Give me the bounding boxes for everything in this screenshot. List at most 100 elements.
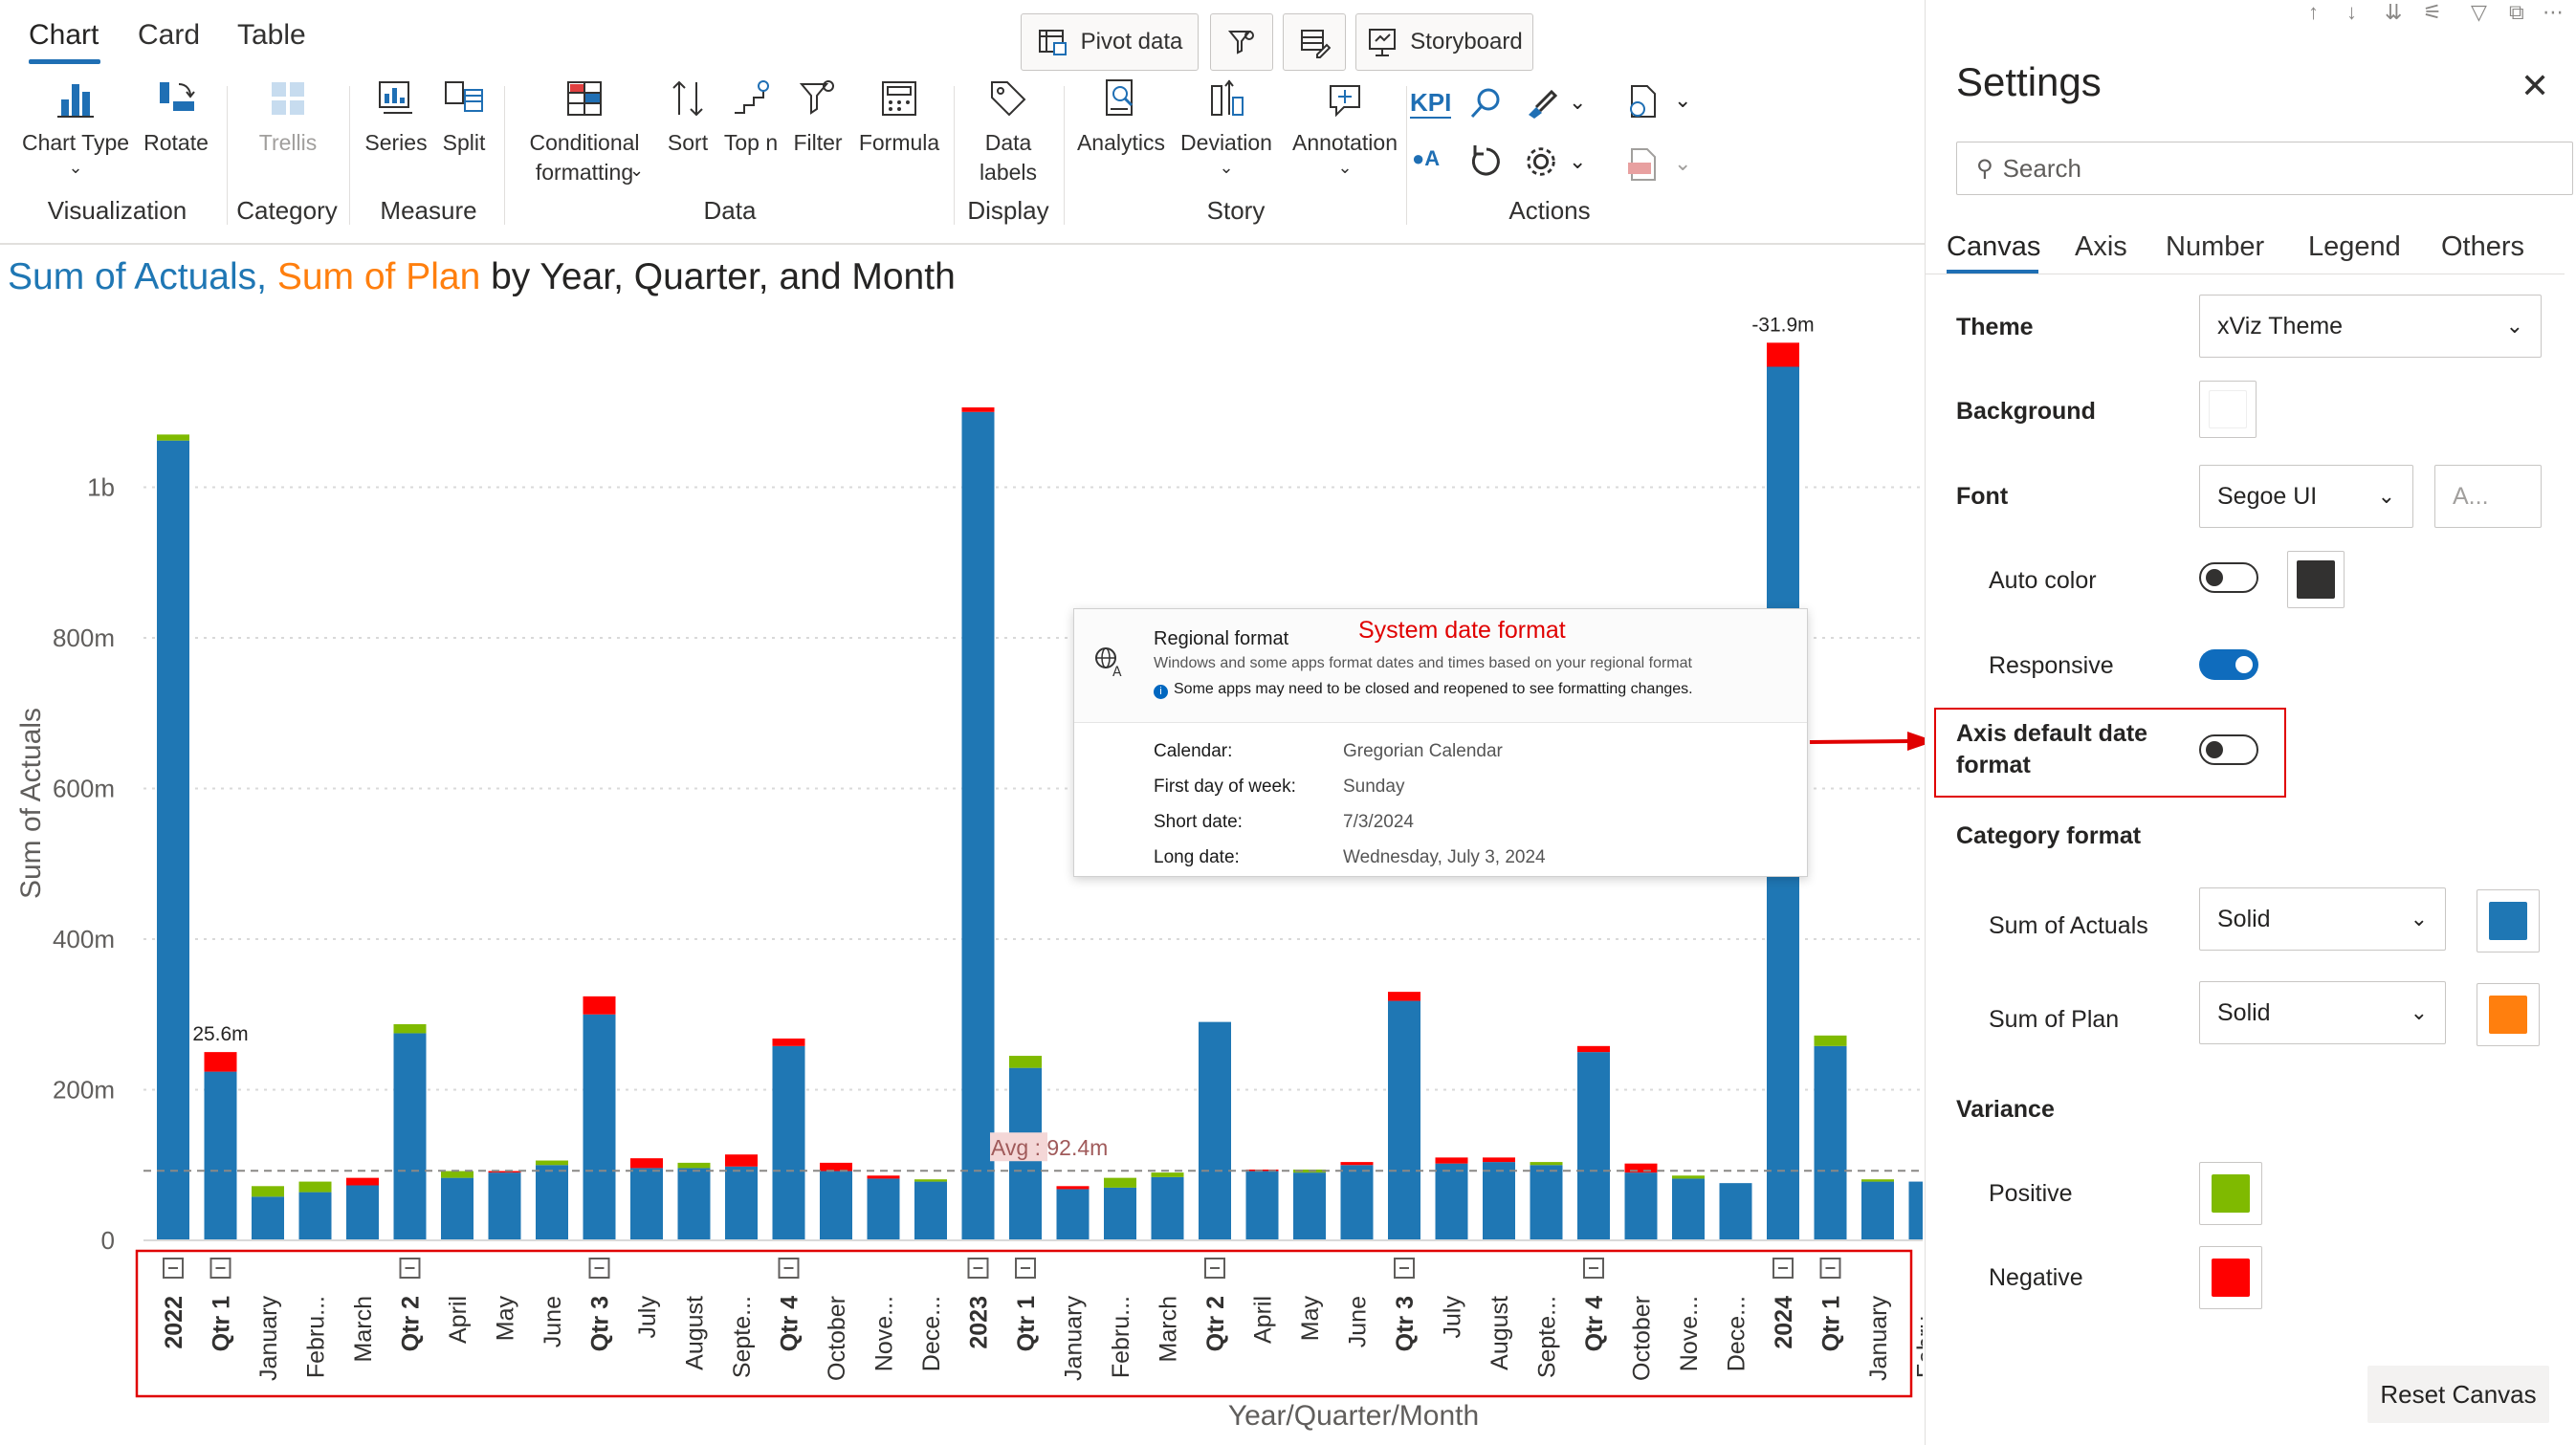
rotate-label: Rotate	[143, 130, 209, 155]
table-edit-button[interactable]	[1283, 13, 1346, 71]
font-size-input[interactable]: A...	[2434, 465, 2542, 528]
responsive-toggle[interactable]	[2199, 649, 2258, 680]
chart-type-button[interactable]: Chart Type ⌄	[21, 77, 130, 177]
bar-variance-negative	[961, 407, 995, 412]
formula-button[interactable]: Formula	[855, 77, 943, 158]
pdf-icon[interactable]	[1624, 145, 1662, 184]
bar-variance-positive	[1151, 1172, 1184, 1177]
kpi-a-button[interactable]: ●A	[1412, 146, 1440, 171]
x-category-label: Dece...	[1724, 1296, 1750, 1371]
double-arrow-down-icon[interactable]: ⇊	[2385, 0, 2402, 25]
auto-color-label: Auto color	[1989, 567, 2097, 594]
focus-mode-icon[interactable]: ⧉	[2509, 0, 2524, 25]
theme-value: xViz Theme	[2217, 312, 2344, 339]
x-category-label: June	[1345, 1296, 1372, 1347]
bar-actual	[346, 1185, 379, 1240]
rotate-icon	[160, 82, 195, 111]
rotate-button[interactable]: Rotate	[140, 77, 212, 158]
filter-settings-button[interactable]	[1210, 13, 1273, 71]
x-category-label: July	[1440, 1296, 1466, 1339]
conditional-label-1: Conditional	[529, 130, 640, 155]
more-options-icon[interactable]: ⋯	[2543, 0, 2564, 25]
hierarchy-icon[interactable]: ⚟	[2423, 0, 2442, 25]
bar-actual	[867, 1178, 900, 1240]
tab-canvas[interactable]: Canvas	[1947, 231, 2040, 263]
funnel-gear-icon	[1227, 31, 1254, 55]
chart-title-plan: Sum of Plan	[276, 256, 481, 297]
chevron-down-icon[interactable]: ⌄	[1569, 90, 1586, 115]
background-color-swatch[interactable]	[2199, 381, 2257, 438]
storyboard-button[interactable]: Storyboard	[1355, 13, 1533, 71]
auto-color-toggle[interactable]	[2199, 562, 2258, 593]
chevron-down-icon: ⌄	[2410, 1000, 2428, 1024]
negative-color-swatch[interactable]	[2199, 1246, 2262, 1309]
split-button[interactable]: Split	[432, 77, 495, 158]
bar-variance-positive	[1009, 1056, 1042, 1068]
annotation-button[interactable]: Annotation ⌄	[1286, 77, 1404, 177]
sum-actuals-label: Sum of Actuals	[1989, 912, 2148, 939]
x-category-label: Febru...	[1913, 1296, 1924, 1378]
short-date-label: Short date:	[1154, 812, 1243, 832]
x-category-label: 2023	[966, 1296, 993, 1349]
filter-icon[interactable]: ▽	[2471, 0, 2487, 25]
tab-others[interactable]: Others	[2441, 231, 2524, 263]
analytics-button[interactable]: Analytics	[1073, 77, 1169, 158]
export-settings-icon[interactable]	[1624, 82, 1662, 120]
tab-number[interactable]: Number	[2166, 231, 2264, 263]
bar-actual	[725, 1166, 758, 1240]
reset-icon[interactable]	[1467, 142, 1506, 180]
theme-dropdown[interactable]: xViz Theme ⌄	[2199, 295, 2542, 358]
gear-icon[interactable]	[1523, 143, 1559, 180]
chevron-down-icon[interactable]: ⌄	[1674, 88, 1691, 113]
analytics-icon	[1106, 79, 1134, 116]
sum-actuals-style-dropdown[interactable]: Solid ⌄	[2199, 887, 2446, 951]
ribbon-toolbar: Chart Card Table Pivot data Storyboard C…	[0, 0, 1925, 245]
settings-search-input[interactable]: ⚲ Search	[1956, 142, 2573, 195]
series-label: Series	[364, 130, 428, 155]
bar-variance-positive	[536, 1160, 568, 1166]
reset-canvas-button[interactable]: Reset Canvas	[2367, 1366, 2549, 1423]
tab-table[interactable]: Table	[237, 19, 306, 52]
tab-axis[interactable]: Axis	[2075, 231, 2127, 263]
font-value: Segoe UI	[2217, 482, 2318, 510]
tab-card[interactable]: Card	[138, 19, 200, 52]
y-tick-label: 400m	[53, 925, 115, 953]
x-category-label: July	[634, 1296, 661, 1339]
dot-icon: ●	[1412, 146, 1425, 170]
arrow-up-icon[interactable]: ↑	[2308, 0, 2319, 25]
sort-button[interactable]: Sort	[662, 77, 714, 158]
top-n-button[interactable]: Top n	[717, 77, 784, 158]
kpi-button[interactable]: KPI	[1410, 88, 1452, 119]
sum-actuals-color-swatch[interactable]	[2477, 889, 2540, 952]
bar-actual	[1908, 1181, 1923, 1240]
positive-color-swatch[interactable]	[2199, 1162, 2262, 1225]
search-analytics-icon[interactable]	[1467, 84, 1506, 122]
x-category-label: October	[1629, 1296, 1656, 1381]
split-icon	[445, 81, 483, 112]
trellis-icon	[272, 82, 304, 115]
close-icon[interactable]: ✕	[2521, 69, 2549, 103]
sum-plan-color-swatch[interactable]	[2477, 983, 2540, 1046]
sum-plan-style-dropdown[interactable]: Solid ⌄	[2199, 981, 2446, 1044]
deviation-button[interactable]: Deviation ⌄	[1177, 77, 1276, 177]
font-family-dropdown[interactable]: Segoe UI ⌄	[2199, 465, 2413, 528]
first-day-label: First day of week:	[1154, 777, 1296, 797]
series-button[interactable]: Series	[362, 77, 430, 158]
arrow-down-icon[interactable]: ↓	[2346, 0, 2357, 25]
bar-variance-positive	[1814, 1035, 1847, 1046]
tab-chart[interactable]: Chart	[29, 19, 99, 52]
chevron-down-icon[interactable]: ⌄	[1569, 149, 1586, 174]
font-color-swatch[interactable]	[2287, 551, 2345, 608]
system-date-format-annotation: System date format	[1358, 617, 1566, 644]
annotation-arrow	[1809, 732, 1935, 751]
search-placeholder: Search	[2002, 153, 2081, 183]
tab-legend[interactable]: Legend	[2308, 231, 2401, 263]
group-story: Story	[1206, 196, 1266, 225]
data-labels-button[interactable]: Data labels	[962, 77, 1054, 187]
pivot-data-button[interactable]: Pivot data	[1021, 13, 1199, 71]
negative-color-fill	[2212, 1259, 2250, 1297]
filter-button[interactable]: Filter	[786, 77, 849, 158]
paint-brush-icon[interactable]	[1523, 84, 1561, 122]
x-category-label: 2024	[1771, 1296, 1797, 1349]
chevron-down-icon[interactable]: ⌄	[1674, 151, 1691, 176]
